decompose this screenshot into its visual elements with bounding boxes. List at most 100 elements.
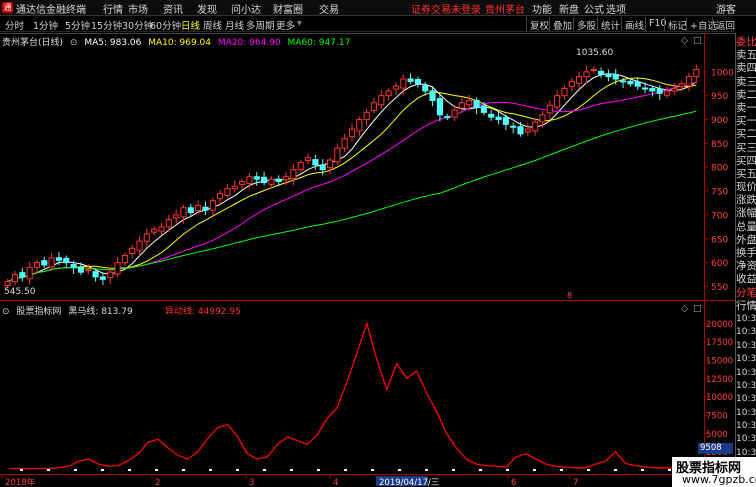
baseline-marker [452,469,455,471]
moving-average-lines [7,73,697,283]
chart-expand-icon: □ [693,36,702,46]
side-quote-item: 卖二 [736,88,756,101]
candle-up [583,71,590,78]
candle-up [590,68,597,71]
side-quote-item: 净资 [736,260,756,273]
chart-title: 贵州茅台(日线) [2,38,64,48]
candle-down [429,90,436,101]
time-tick-label: 3 [249,478,254,487]
candle-up [4,281,11,287]
indicator-toggle-icon[interactable]: ⊙ [2,307,10,317]
candle-down [77,266,84,273]
candle-up [209,200,216,211]
baseline-marker [209,469,212,471]
candle-up [158,226,165,232]
candle-up [671,88,678,92]
side-tick-time: 10:31 [736,313,756,324]
side-quote-item: 买二 [736,128,756,141]
candle-up [290,169,297,180]
candle-up [165,219,172,228]
baseline-marker [641,469,644,471]
indicator-tick-label: 12500 [706,375,733,385]
candle-down [312,159,319,166]
side-tick-time: 10:31 [736,340,756,351]
candle-down [253,176,260,180]
candle-up [129,247,136,255]
time-tick-label: 7 [573,478,578,487]
indicator-tick-label: 5000 [706,430,728,440]
ma10-line [7,77,697,283]
candle-up [173,214,180,219]
candle-up [33,262,41,268]
price-tick-label: 850 [711,140,728,150]
watermark: 股票指标网 www.7gpzb.com [672,457,756,487]
candle-down [414,78,422,85]
candle-down [627,80,634,85]
ma5-value: MA5: 983.06 [84,38,142,48]
candle-down [510,125,517,128]
candle-up [26,266,33,280]
baseline-marker [182,469,185,471]
baseline-marker [344,469,347,471]
indicator-info-line: ⊙ 股票指标网 黑马线: 813.79 [2,304,137,317]
side-tick-time: 10:31 [736,327,756,338]
event-marker-icon: 8 [567,291,572,300]
candle-up [48,257,55,268]
candle-up [195,204,202,212]
candle-down [55,257,63,261]
side-quote-item: 卖五 [736,49,756,62]
candle-up [539,114,546,123]
side-quote-item: 买三 [736,141,756,154]
candle-down [187,207,194,214]
side-sub-item[interactable]: 行情 [736,300,756,313]
candle-down [495,116,502,121]
candle-up [282,176,290,181]
time-tick-label: 6 [511,478,516,487]
side-sub-header[interactable]: 分笔 [736,287,756,300]
baseline-marker [263,469,266,471]
price-tick-label: 750 [711,188,728,198]
baseline-marker [398,469,401,471]
indicator-axis-ticks: 2000017500150001250010000750050002500 [704,320,733,458]
time-tick-label: 4 [333,478,338,487]
baseline-marker [20,469,23,471]
current-indicator-label: 9508 [698,443,733,454]
side-quote-list: 卖五 卖四 卖三 卖二 卖一 买一 买二 买三 买四 买五 现价 涨跌 涨幅 总量 外盘 换手 净资 收益 [736,49,756,286]
price-axis-ticks: 1000 950 900 850 800 750 700 650 600 550 [704,68,734,293]
candle-up [239,181,246,185]
candle-up [85,269,92,272]
candle-down [605,73,612,78]
indicator-title: 股票指标网 [16,307,62,317]
time-tick-label: 2018年 [5,477,36,487]
ma20-value: MA20: 964.90 [217,38,281,48]
candle-up [246,176,253,184]
side-tick-time: 10:31 [736,421,756,432]
alert-line-value: 异动线: 44992.95 [165,307,241,317]
candle-up [143,233,150,242]
indicator-line-value: 黑马线: 813.79 [68,307,133,317]
side-quote-item: 换手 [736,247,756,259]
candle-up [385,90,392,97]
price-tick-label: 650 [711,235,728,245]
baseline-marker [506,469,509,471]
indicator-tick-label: 15000 [706,357,733,367]
candle-up [532,121,539,132]
candle-down [275,178,282,183]
candle-down [473,99,480,109]
baseline-marker [560,469,563,471]
candle-down [502,117,509,125]
candle-down [612,74,619,80]
ma-toggle-icon[interactable]: ⊙ [70,38,78,48]
candle-up [363,111,370,121]
indicator-tick-label: 20000 [706,320,733,330]
candle-down [92,271,99,278]
baseline-marker [614,469,617,471]
candle-up [341,138,348,149]
price-tick-label: 800 [711,164,728,174]
side-quote-item: 现价 [736,181,756,194]
price-tick-label: 900 [711,116,728,126]
candle-up [663,90,671,96]
candle-down [488,113,495,118]
indicator-settings-icon: ◇ [681,304,688,314]
price-chart[interactable]: 1000 950 900 850 800 750 700 650 600 550 20000 175… [0,0,735,487]
